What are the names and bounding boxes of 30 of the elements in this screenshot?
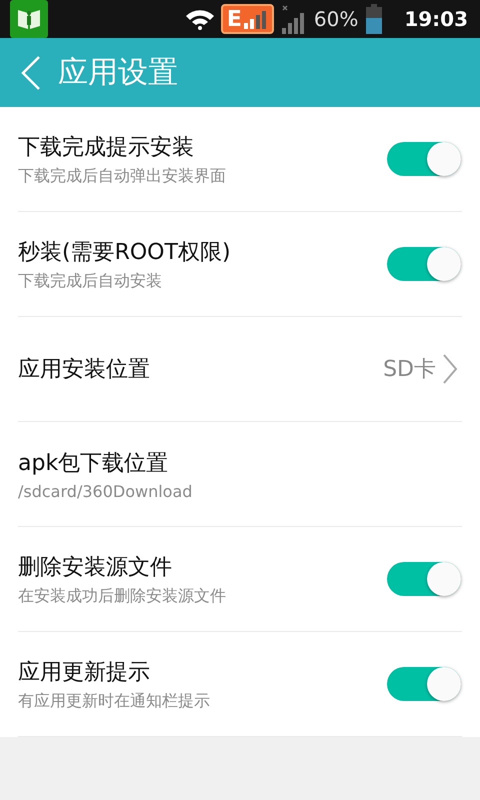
setting-description: 有应用更新时在通知栏提示 bbox=[18, 690, 210, 712]
setting-row[interactable]: 下载完成提示安装 下载完成后自动弹出安装界面 bbox=[18, 107, 462, 212]
setting-row[interactable]: 删除安装源文件 在安装成功后删除安装源文件 bbox=[18, 527, 462, 632]
setting-description: 下载完成后自动安装 bbox=[18, 270, 162, 292]
toggle-switch[interactable] bbox=[387, 142, 461, 176]
toggle-switch[interactable] bbox=[387, 562, 461, 596]
setting-title: 秒装(需要ROOT权限) bbox=[18, 238, 231, 266]
setting-row[interactable]: 秒装(需要ROOT权限) 下载完成后自动安装 bbox=[18, 212, 462, 317]
setting-title: 应用安装位置 bbox=[18, 356, 150, 384]
chevron-right-icon bbox=[442, 353, 458, 385]
toggle-switch[interactable] bbox=[387, 667, 461, 701]
wifi-icon bbox=[184, 8, 215, 30]
setting-title: 下载完成提示安装 bbox=[18, 134, 194, 162]
app-notification-icon bbox=[10, 0, 48, 38]
setting-title: 删除安装源文件 bbox=[18, 554, 172, 582]
setting-value: SD卡 bbox=[383, 356, 436, 384]
back-button[interactable] bbox=[20, 54, 42, 90]
setting-row[interactable]: apk包下载位置 /sdcard/360Download bbox=[18, 422, 462, 527]
battery-icon bbox=[364, 4, 384, 34]
setting-row[interactable]: 应用安装位置 SD卡 bbox=[18, 317, 462, 422]
setting-title: 应用更新提示 bbox=[18, 658, 150, 686]
toggle-switch[interactable] bbox=[387, 247, 461, 281]
setting-title: apk包下载位置 bbox=[18, 450, 168, 478]
setting-description: 下载完成后自动弹出安装界面 bbox=[18, 166, 226, 186]
network-badge: E bbox=[220, 4, 274, 34]
setting-description: /sdcard/360Download bbox=[18, 482, 192, 500]
battery-percent: 60% bbox=[314, 7, 358, 31]
setting-description: 在安装成功后删除安装源文件 bbox=[18, 586, 226, 606]
clock: 19:03 bbox=[404, 7, 468, 31]
page-title: 应用设置 bbox=[58, 54, 178, 92]
